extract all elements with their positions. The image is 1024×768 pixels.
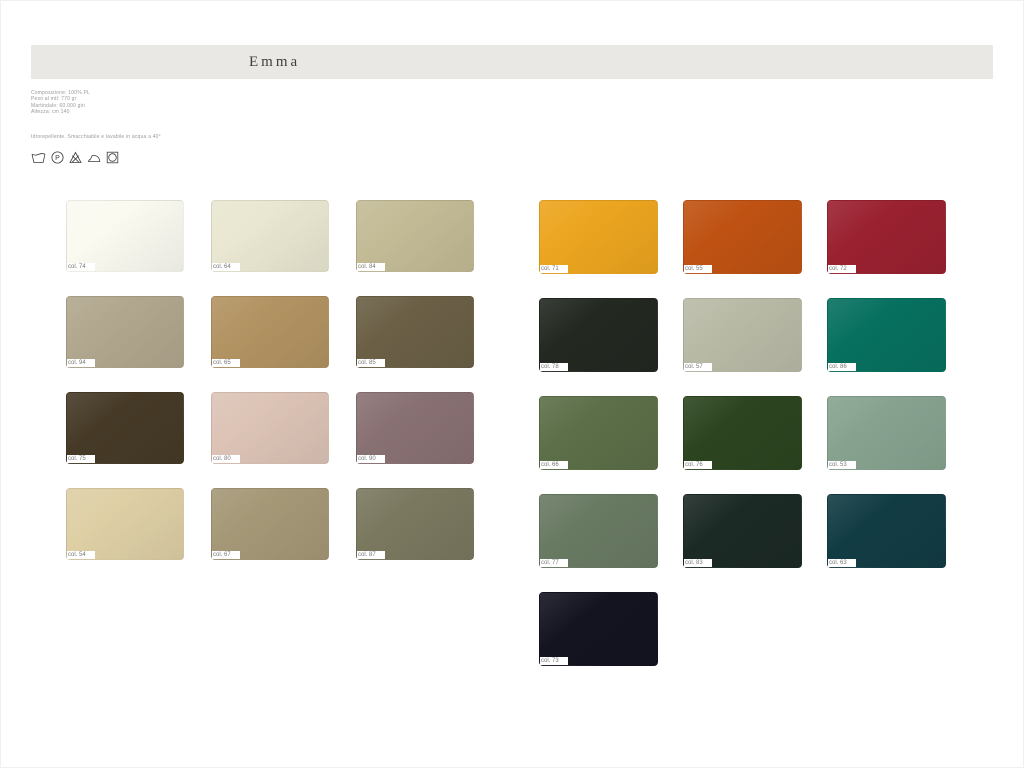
swatch-color-label: col. 71 [540,265,568,273]
swatch-col-63: col. 63 [827,494,946,568]
header-bar: Emma [31,45,993,79]
swatch-color-label: col. 83 [684,559,712,567]
swatch-color-label: col. 90 [357,455,385,463]
swatch-color-label: col. 73 [540,657,568,665]
swatch-col-73: col. 73 [539,592,658,666]
swatch-color-label: col. 78 [540,363,568,371]
swatch-color-label: col. 66 [540,461,568,469]
swatch-color-label: col. 65 [212,359,240,367]
fabric-specs: Composizione: 100% PL Peso al mtl: 770 g… [31,90,90,116]
no-bleach-icon [69,151,82,164]
swatch-color-label: col. 85 [357,359,385,367]
swatch-col-67: col. 67 [211,488,329,560]
swatch-col-74: col. 74 [66,200,184,272]
swatch-col-78: col. 78 [539,298,658,372]
swatch-color-label: col. 87 [357,551,385,559]
swatch-col-54: col. 54 [66,488,184,560]
swatch-col-87: col. 87 [356,488,474,560]
swatch-col-72: col. 72 [827,200,946,274]
swatch-color-label: col. 55 [684,265,712,273]
catalog-page: Emma Composizione: 100% PL Peso al mtl: … [0,0,1024,768]
swatch-col-84: col. 84 [356,200,474,272]
swatch-col-66: col. 66 [539,396,658,470]
swatch-col-76: col. 76 [683,396,802,470]
swatch-color-label: col. 72 [828,265,856,273]
swatch-color-label: col. 54 [67,551,95,559]
care-symbols: P [31,146,119,164]
swatch-color-label: col. 94 [67,359,95,367]
swatch-color-label: col. 57 [684,363,712,371]
swatch-col-65: col. 65 [211,296,329,368]
swatch-color-label: col. 53 [828,461,856,469]
swatch-col-83: col. 83 [683,494,802,568]
swatch-color-label: col. 75 [67,455,95,463]
swatch-col-57: col. 57 [683,298,802,372]
swatch-col-55: col. 55 [683,200,802,274]
dry-clean-p-icon: P [51,151,64,164]
swatch-color-label: col. 86 [828,363,856,371]
fabric-title: Emma [249,45,300,79]
swatch-color-label: col. 84 [357,263,385,271]
swatch-color-label: col. 76 [684,461,712,469]
swatch-color-label: col. 74 [67,263,95,271]
swatch-group-left: col. 74 col. 64 col. 84 col. 94 col. 65 … [66,200,474,560]
swatch-color-label: col. 64 [212,263,240,271]
swatch-color-label: col. 67 [212,551,240,559]
swatch-group-right: col. 71 col. 55 col. 72 col. 78 col. 57 … [539,200,946,666]
tumble-dry-icon [106,151,119,164]
swatch-color-label: col. 77 [540,559,568,567]
swatch-col-80: col. 80 [211,392,329,464]
swatch-col-71: col. 71 [539,200,658,274]
swatch-col-75: col. 75 [66,392,184,464]
swatch-col-64: col. 64 [211,200,329,272]
svg-text:P: P [55,155,60,162]
iron-icon [87,151,101,164]
swatch-col-86: col. 86 [827,298,946,372]
swatch-col-85: col. 85 [356,296,474,368]
spec-height: Altezza: cm 140 [31,109,90,115]
swatch-color-label: col. 80 [212,455,240,463]
wash-icon [31,151,46,164]
swatch-col-94: col. 94 [66,296,184,368]
swatch-col-53: col. 53 [827,396,946,470]
swatch-color-label: col. 63 [828,559,856,567]
swatch-col-77: col. 77 [539,494,658,568]
fabric-note: Idrorepellente. Smacchiabile e lavabile … [31,134,161,140]
swatch-col-90: col. 90 [356,392,474,464]
